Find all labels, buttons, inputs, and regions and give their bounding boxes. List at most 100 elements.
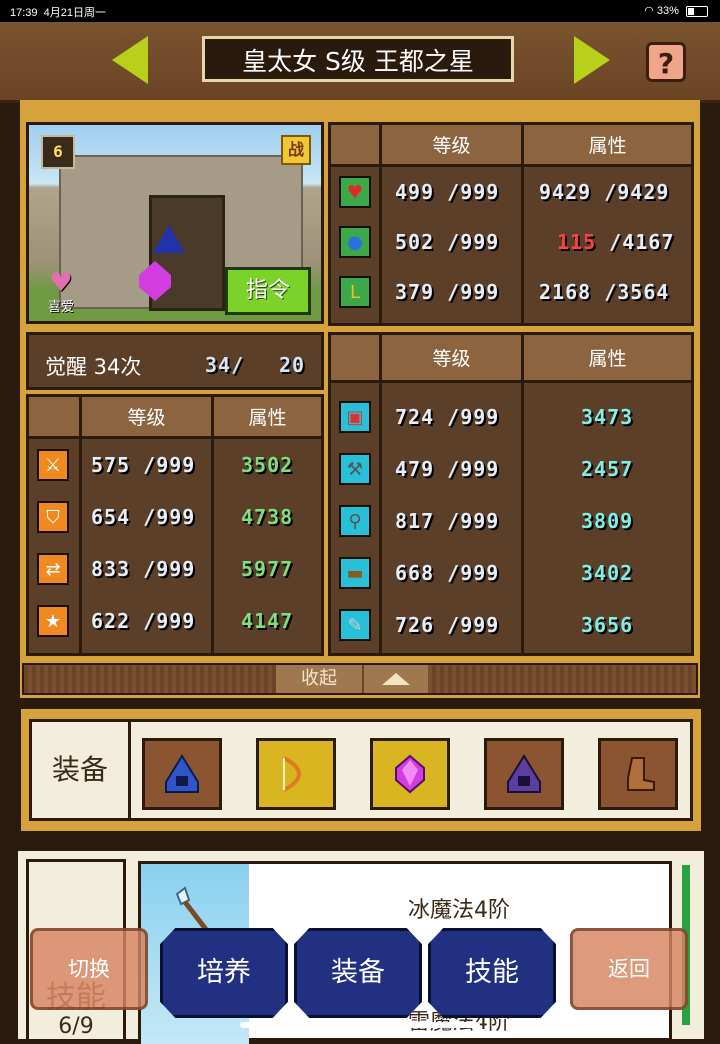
defense-level: 654 /999 (91, 505, 196, 529)
wifi-icon: ◠ (644, 5, 654, 17)
status-right: ◠ 33% (644, 4, 708, 17)
craft3-attr: 3809 (581, 509, 634, 533)
col-level: 等级 (79, 397, 211, 436)
hero-sprite (139, 225, 195, 305)
next-character-arrow[interactable] (574, 36, 610, 84)
train-button[interactable]: 培养 (160, 928, 288, 1018)
bottom-nav: 切换 培养 装备 技能 返回 (0, 920, 720, 1036)
stat-row-craft5: ✎ 726 /999 3656 (331, 599, 691, 651)
stat-row-craft2: ⚒ 479 /999 2457 (331, 443, 691, 495)
character-portrait: 6 战 ♥ 喜爱 指令 (26, 122, 324, 324)
favorite-label: 喜爱 (47, 300, 74, 315)
arrows-icon: ⇄ (37, 553, 69, 585)
favorite-toggle[interactable]: ♥ 喜爱 (39, 270, 83, 315)
top-stats-header: 等级 属性 (331, 125, 691, 167)
switch-button[interactable]: 切换 (30, 928, 148, 1010)
muscle-icon: ᒪ (339, 276, 371, 308)
stamina-attr: 2168 /3564 (539, 280, 670, 304)
hp-level: 499 /999 (395, 180, 500, 204)
stat-row-craft4: ▬ 668 /999 3402 (331, 547, 691, 599)
mp-attr: 115 /4167 (557, 230, 675, 254)
col-attr: 属性 (211, 397, 321, 436)
attack-level: 575 /999 (91, 453, 196, 477)
stat-row-speed: ⇄ 833 /999 5977 (29, 543, 321, 595)
status-time: 17:39 4月21日周一 (10, 7, 107, 19)
col-level: 等级 (379, 335, 521, 380)
back-button[interactable]: 返回 (570, 928, 688, 1010)
luck-attr: 4147 (241, 609, 294, 633)
equipment-slot-4[interactable] (484, 738, 564, 810)
craft2-attr: 2457 (581, 457, 634, 481)
equipment-slot-3[interactable] (370, 738, 450, 810)
star-icon: ★ (37, 605, 69, 637)
command-button[interactable]: 指令 (225, 267, 311, 315)
craft2-level: 479 /999 (395, 457, 500, 481)
battle-badge: 战 (281, 135, 311, 165)
magenta-gem-icon (395, 754, 425, 794)
craft4-attr: 3402 (581, 561, 634, 585)
col-attr: 属性 (521, 335, 691, 380)
home-indicator[interactable] (240, 1022, 480, 1028)
equipment-label: 装备 (32, 722, 131, 818)
status-bar: 17:39 4月21日周一 ◠ 33% (0, 0, 720, 22)
stat-row-mp: ● 502 /999 115 /4167 (331, 217, 691, 267)
equipment-slot-1[interactable] (142, 738, 222, 810)
stat-row-luck: ★ 622 /999 4147 (29, 595, 321, 647)
hammer-icon: ⚒ (339, 453, 371, 485)
heart-icon: ♥ (339, 176, 371, 208)
heart-icon: ♥ (49, 268, 73, 298)
craft1-attr: 3473 (581, 405, 634, 429)
speed-level: 833 /999 (91, 557, 196, 581)
battery-icon (686, 5, 708, 17)
scroll-icon: ▣ (339, 401, 371, 433)
defense-attr: 4738 (241, 505, 294, 529)
stamina-level: 379 /999 (395, 280, 500, 304)
level-badge: 6 (41, 135, 75, 169)
stat-row-defense: ⛉ 654 /999 4738 (29, 491, 321, 543)
potion-icon: ● (339, 226, 371, 258)
craft5-level: 726 /999 (395, 613, 500, 637)
col-attr: 属性 (521, 125, 691, 164)
shield-icon: ⛉ (37, 501, 69, 533)
tool-icon: ✎ (339, 609, 371, 641)
awakening-value: 34/ (205, 353, 245, 377)
collapse-up-button[interactable] (364, 665, 428, 693)
battery-percent: 33% (656, 5, 679, 17)
right-stats-header: 等级 属性 (331, 335, 691, 383)
equip-button[interactable]: 装备 (294, 928, 422, 1018)
craft4-level: 668 /999 (395, 561, 500, 585)
equipment-panel: 装备 (18, 706, 704, 834)
purple-hood-icon (507, 754, 541, 793)
anvil-icon: ▬ (339, 557, 371, 589)
left-stats-table: 等级 属性 ⚔ 575 /999 3502 ⛉ 654 /999 4738 ⇄ … (26, 394, 324, 656)
speed-attr: 5977 (241, 557, 294, 581)
stat-row-craft3: ⚲ 817 /999 3809 (331, 495, 691, 547)
equipment-row: 装备 (29, 719, 693, 821)
craft5-attr: 3656 (581, 613, 634, 637)
collapse-bar: 收起 (22, 663, 698, 695)
skill-button[interactable]: 技能 (428, 928, 556, 1018)
boot-icon (627, 757, 655, 791)
title-bar: 皇太女 S级 王都之星 ? (0, 22, 720, 103)
attack-attr: 3502 (241, 453, 294, 477)
awakening-max: 20 (279, 353, 306, 377)
hp-attr: 9429 /9429 (539, 180, 670, 204)
help-button[interactable]: ? (646, 42, 686, 82)
luck-level: 622 /999 (91, 609, 196, 633)
shovel-icon: ⚲ (339, 505, 371, 537)
equipment-slot-5[interactable] (598, 738, 678, 810)
equipment-slot-2[interactable] (256, 738, 336, 810)
awakening-box: 觉醒 34次 34/ 20 (26, 332, 324, 390)
left-stats-header: 等级 属性 (29, 397, 321, 439)
stat-row-hp: ♥ 499 /999 9429 /9429 (331, 167, 691, 217)
prev-character-arrow[interactable] (112, 36, 148, 84)
craft3-level: 817 /999 (395, 509, 500, 533)
stat-row-craft1: ▣ 724 /999 3473 (331, 391, 691, 443)
right-stats-table: 等级 属性 ▣ 724 /999 3473 ⚒ 479 /999 2457 ⚲ … (328, 332, 694, 656)
mp-level: 502 /999 (395, 230, 500, 254)
awakening-label: 觉醒 34次 (45, 355, 142, 379)
col-level: 等级 (379, 125, 521, 164)
top-stats-table: 等级 属性 ♥ 499 /999 9429 /9429 ● 502 /999 1… (328, 122, 694, 326)
character-title: 皇太女 S级 王都之星 (202, 36, 514, 82)
collapse-button[interactable]: 收起 (276, 665, 362, 693)
